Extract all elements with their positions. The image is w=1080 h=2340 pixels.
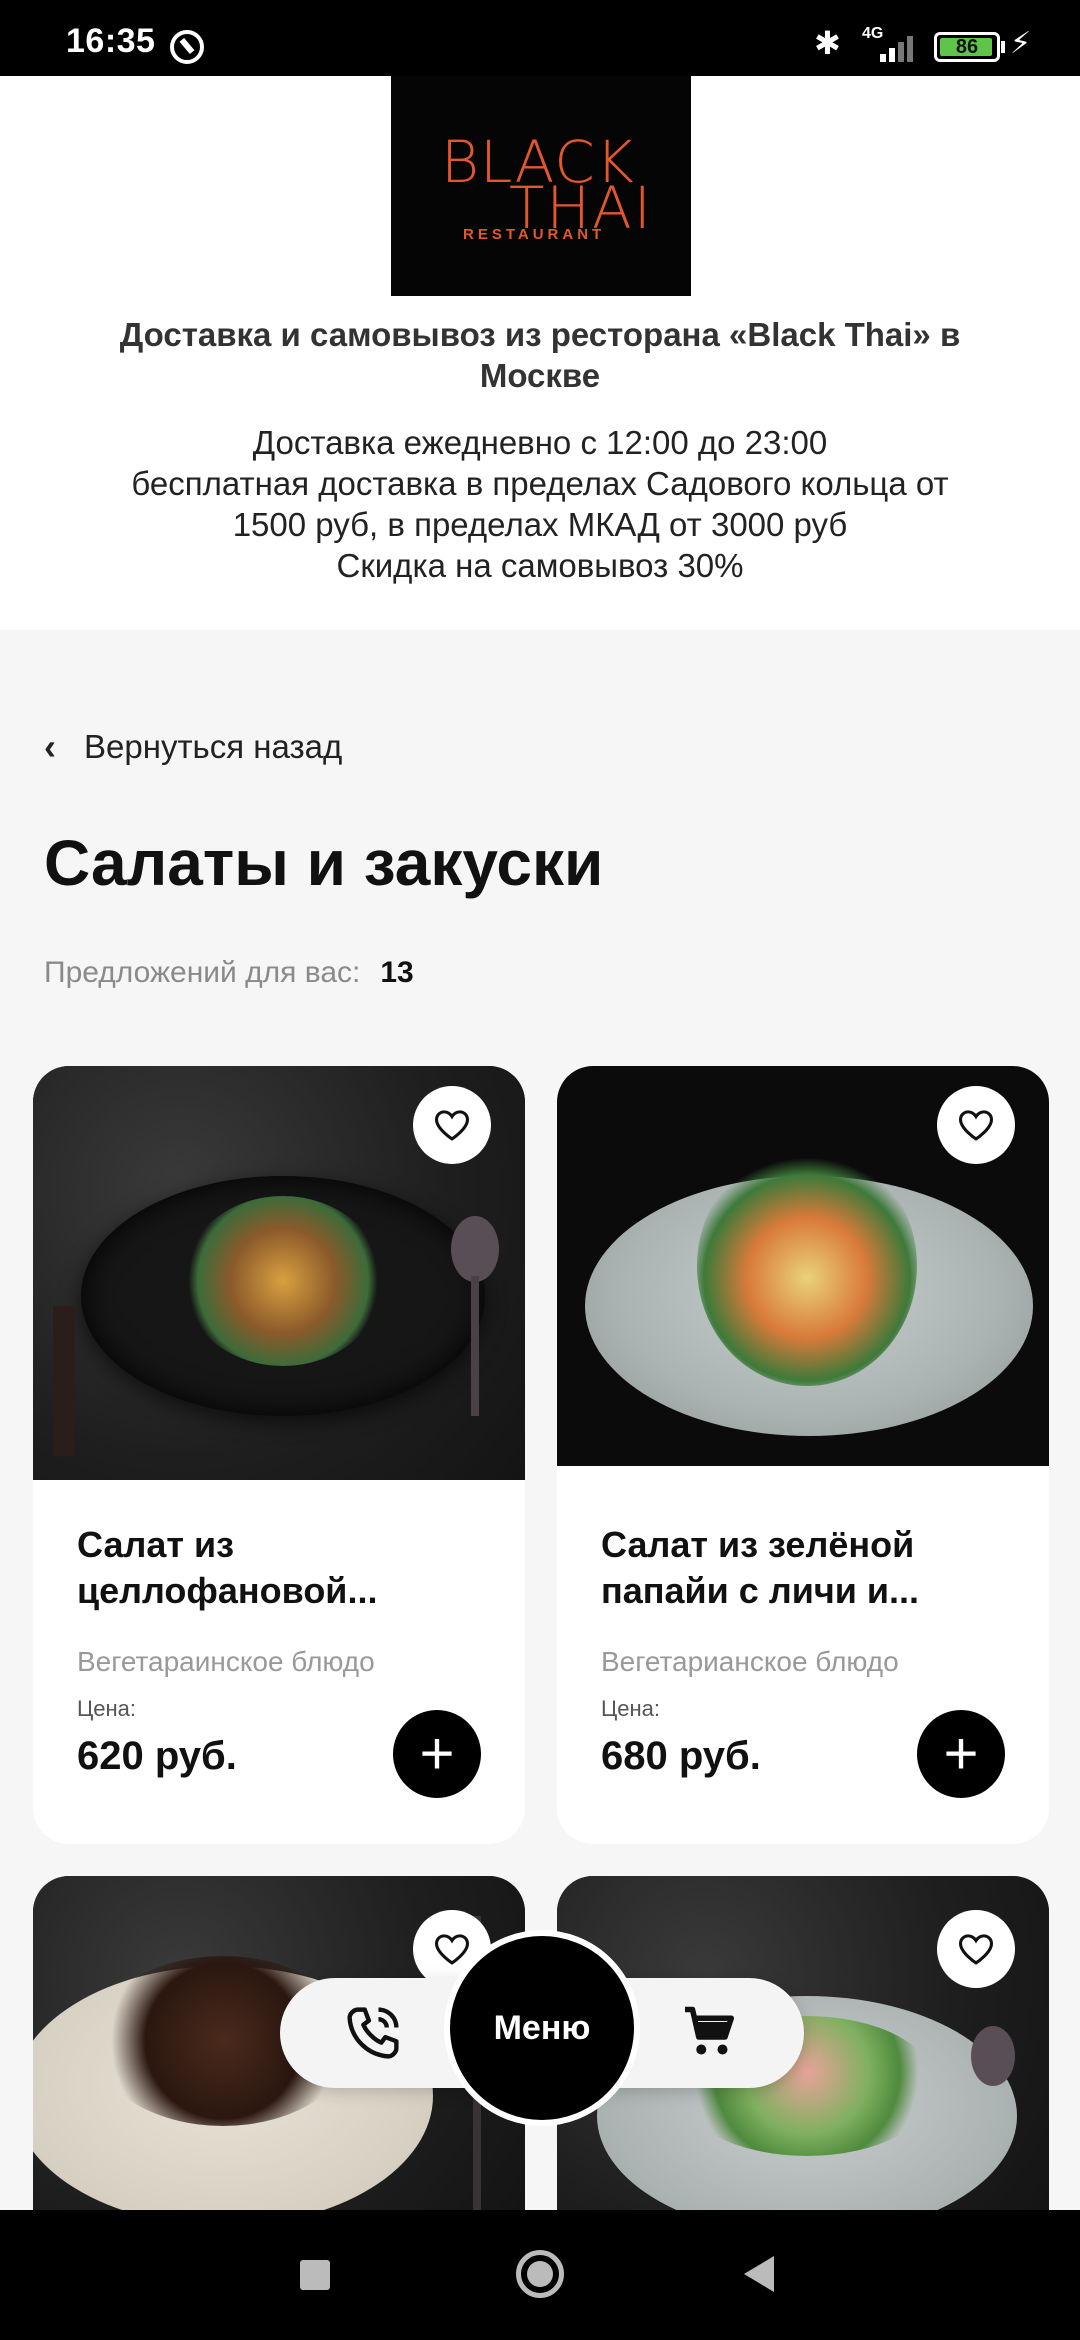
salad xyxy=(183,1196,383,1366)
delivery-title: Доставка и самовывоз из ресторана «Black… xyxy=(119,316,961,394)
offers-count: Предложений для вас: 13 xyxy=(44,956,414,990)
restaurant-header: BLACK THAI RESTAURANT Доставка и самовыв… xyxy=(0,76,1080,630)
back-link-label: Вернуться назад xyxy=(84,728,343,765)
bluetooth-icon: ✱ xyxy=(814,25,841,61)
price-label: Цена: xyxy=(77,1696,137,1721)
product-card[interactable]: Салат из зелёной папайи с личи и... Веге… xyxy=(557,1066,1049,1844)
salad xyxy=(697,1146,917,1386)
home-button[interactable] xyxy=(516,2250,564,2298)
cart-icon xyxy=(685,2006,734,2055)
status-time: 16:35 xyxy=(66,22,156,60)
battery-icon: 86 xyxy=(934,32,1000,62)
heart-icon xyxy=(958,1110,994,1141)
favorite-button[interactable] xyxy=(413,1086,491,1164)
product-tag: Вегетарианское блюдо xyxy=(601,1646,899,1677)
restaurant-logo[interactable]: BLACK THAI RESTAURANT xyxy=(391,76,691,296)
plus-icon: + xyxy=(419,1720,455,1787)
favorite-button[interactable] xyxy=(937,1910,1015,1988)
info-line: Доставка ежедневно с 12:00 до 23:00 xyxy=(252,424,828,461)
spoon xyxy=(971,2026,1015,2086)
status-bar: 16:35 ✱ 4G 86 ⚡ xyxy=(0,0,1080,76)
cart-button[interactable] xyxy=(680,2002,740,2062)
info-line: бесплатная доставка в пределах Садового … xyxy=(131,465,949,502)
chopsticks-rest xyxy=(53,1306,75,1456)
delivery-info: Доставка ежедневно с 12:00 до 23:00 бесп… xyxy=(40,422,1040,586)
vpn-icon xyxy=(170,30,204,64)
heart-icon xyxy=(434,1110,470,1141)
info-line: 1500 руб, в пределах МКАД от 3000 руб xyxy=(232,506,848,543)
heart-icon xyxy=(958,1934,994,1965)
signal-icon xyxy=(880,30,920,62)
spoon xyxy=(451,1216,499,1282)
phone-icon xyxy=(347,2007,399,2059)
logo-line3: RESTAURANT xyxy=(463,226,606,243)
chevron-left-icon: ‹ xyxy=(44,726,56,767)
product-card[interactable]: Салат из целлофановой... Вегетараинское … xyxy=(33,1066,525,1844)
page-title: Салаты и закуски xyxy=(44,827,604,899)
system-nav-bar xyxy=(0,2210,1080,2340)
info-line: Скидка на самовывоз 30% xyxy=(336,547,744,584)
favorite-button[interactable] xyxy=(937,1086,1015,1164)
offers-label: Предложений для вас: xyxy=(44,956,361,989)
add-to-cart-button[interactable]: + xyxy=(393,1710,481,1798)
offers-number: 13 xyxy=(380,956,414,989)
product-name[interactable]: Салат из целлофановой... xyxy=(77,1522,497,1614)
product-price: 620 руб. xyxy=(77,1734,237,1778)
price-label: Цена: xyxy=(601,1696,661,1721)
menu-button[interactable]: Меню xyxy=(444,1930,640,2126)
heart-icon xyxy=(434,1934,470,1965)
add-to-cart-button[interactable]: + xyxy=(917,1710,1005,1798)
battery-tip xyxy=(1001,41,1005,53)
call-button[interactable] xyxy=(340,2000,406,2066)
battery-level: 86 xyxy=(955,36,979,58)
charging-icon: ⚡ xyxy=(1010,27,1032,60)
product-tag: Вегетараинское блюдо xyxy=(77,1646,375,1677)
back-link[interactable]: ‹ Вернуться назад xyxy=(44,726,342,768)
spoon-handle xyxy=(471,1276,479,1416)
product-price: 680 руб. xyxy=(601,1734,761,1778)
product-name[interactable]: Салат из зелёной папайи с личи и... xyxy=(601,1522,1021,1614)
plus-icon: + xyxy=(943,1720,979,1787)
back-button[interactable] xyxy=(744,2256,774,2292)
recent-apps-button[interactable] xyxy=(300,2260,330,2290)
